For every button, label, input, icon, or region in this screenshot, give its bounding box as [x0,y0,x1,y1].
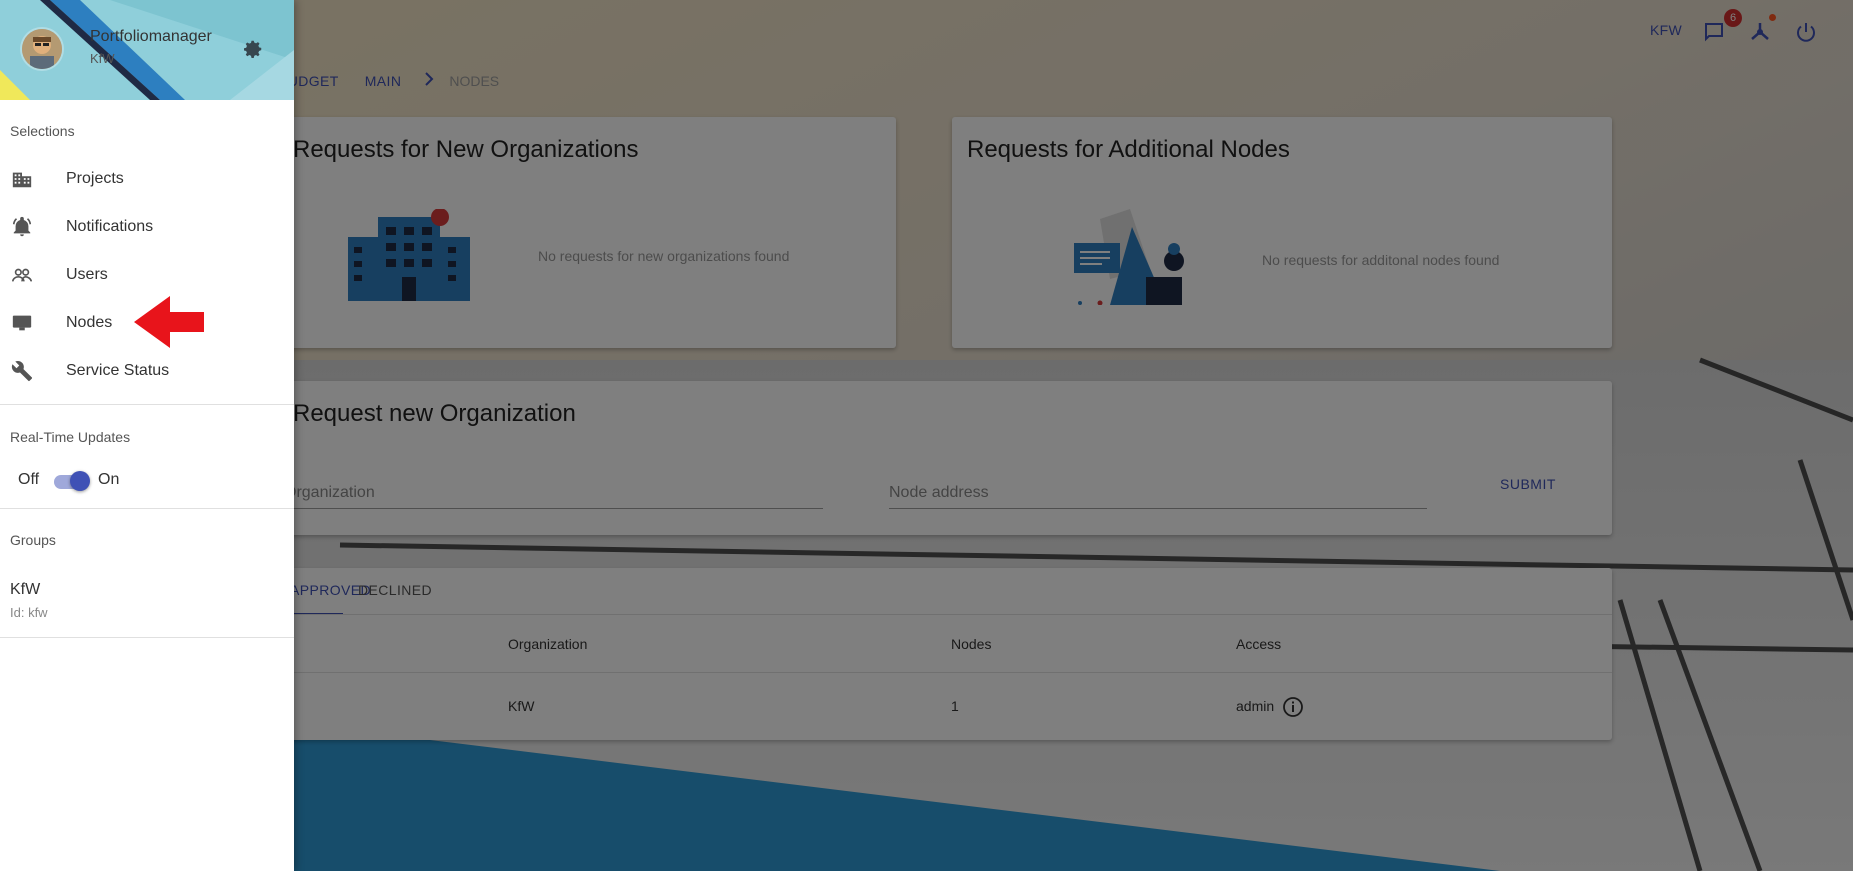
building-icon [10,167,34,191]
wrench-icon [10,359,34,383]
users-icon [10,263,34,287]
divider [0,404,294,405]
drawer-header: Portfoliomanager KfW [0,0,294,100]
desktop-icon [10,311,34,335]
realtime-updates-switch[interactable] [52,471,90,491]
nav-item-label: Service Status [66,362,170,379]
toggle-on-label: On [98,471,120,488]
avatar [22,29,62,69]
user-name: Portfoliomanager [90,28,212,45]
nav-item-label: Nodes [66,314,113,331]
gear-icon[interactable] [240,36,266,62]
switch-thumb [70,471,90,491]
toggle-off-label: Off [18,471,40,488]
nav-item-label: Notifications [66,218,154,235]
group-id: Id: kfw [10,605,48,620]
annotation-arrow [134,296,206,353]
nav-item-users[interactable]: Users [0,252,294,298]
nav-item-projects[interactable]: Projects [0,156,294,202]
group-name: KfW [10,581,41,598]
user-organization: KfW [90,51,115,66]
bell-icon [10,215,34,239]
nav-item-notifications[interactable]: Notifications [0,204,294,250]
realtime-updates-label: Real-Time Updates [10,429,131,445]
divider [0,508,294,509]
divider [0,637,294,638]
nav-item-label: Projects [66,170,124,187]
navigation-drawer: Portfoliomanager KfW Selections Projects… [0,0,294,871]
selections-label: Selections [10,123,75,139]
groups-label: Groups [10,532,56,548]
nav-item-label: Users [66,266,108,283]
nav-item-service-status[interactable]: Service Status [0,348,294,394]
